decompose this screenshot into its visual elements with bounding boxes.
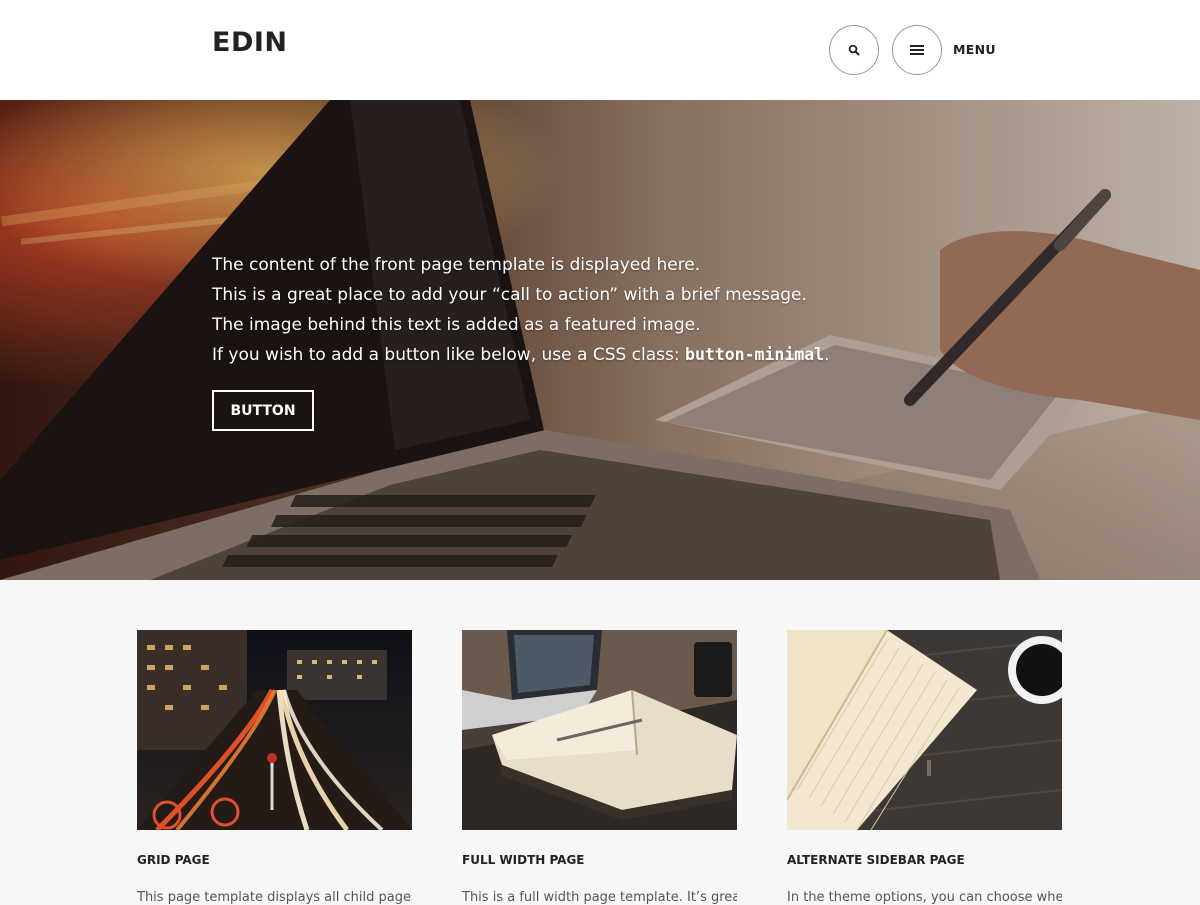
card-title[interactable]: GRID PAGE [137, 853, 210, 867]
card-full-width-page: FULL WIDTH PAGE This is a full width pag… [462, 630, 737, 905]
hero-text: The content of the front page template i… [212, 250, 830, 370]
menu-button[interactable] [892, 25, 942, 75]
search-icon [848, 44, 860, 56]
card-image-notebook-coffee[interactable] [787, 630, 1062, 830]
search-button[interactable] [829, 25, 879, 75]
site-header: EDIN MENU [0, 0, 1200, 100]
card-title[interactable]: FULL WIDTH PAGE [462, 853, 585, 867]
card-title[interactable]: ALTERNATE SIDEBAR PAGE [787, 853, 965, 867]
site-title[interactable]: EDIN [212, 27, 288, 58]
card-excerpt: This is a full width page template. It’s… [462, 890, 737, 905]
hero-line-3: The image behind this text is added as a… [212, 315, 701, 335]
hero-css-class-code: button-minimal [685, 345, 825, 364]
hero-section: The content of the front page template i… [0, 100, 1200, 580]
hero-line-4-prefix: If you wish to add a button like below, … [212, 345, 686, 365]
hero-line-1: The content of the front page template i… [212, 255, 701, 275]
card-alternate-sidebar-page: ALTERNATE SIDEBAR PAGE In the theme opti… [787, 630, 1062, 905]
hero-line-2: This is a great place to add your “call … [212, 285, 807, 305]
hero-line-4-suffix: . [824, 345, 830, 365]
hamburger-icon [910, 45, 924, 55]
card-image-desk-notebook[interactable] [462, 630, 737, 830]
card-grid-page: GRID PAGE This page template displays al… [137, 630, 412, 905]
card-image-city-lights[interactable] [137, 630, 412, 830]
card-excerpt: This page template displays all child pa… [137, 890, 412, 905]
hero-button[interactable]: BUTTON [212, 390, 314, 431]
menu-label[interactable]: MENU [953, 42, 996, 57]
hero-line-4: If you wish to add a button like below, … [212, 340, 830, 370]
card-excerpt: In the theme options, you can choose whe… [787, 890, 1062, 905]
